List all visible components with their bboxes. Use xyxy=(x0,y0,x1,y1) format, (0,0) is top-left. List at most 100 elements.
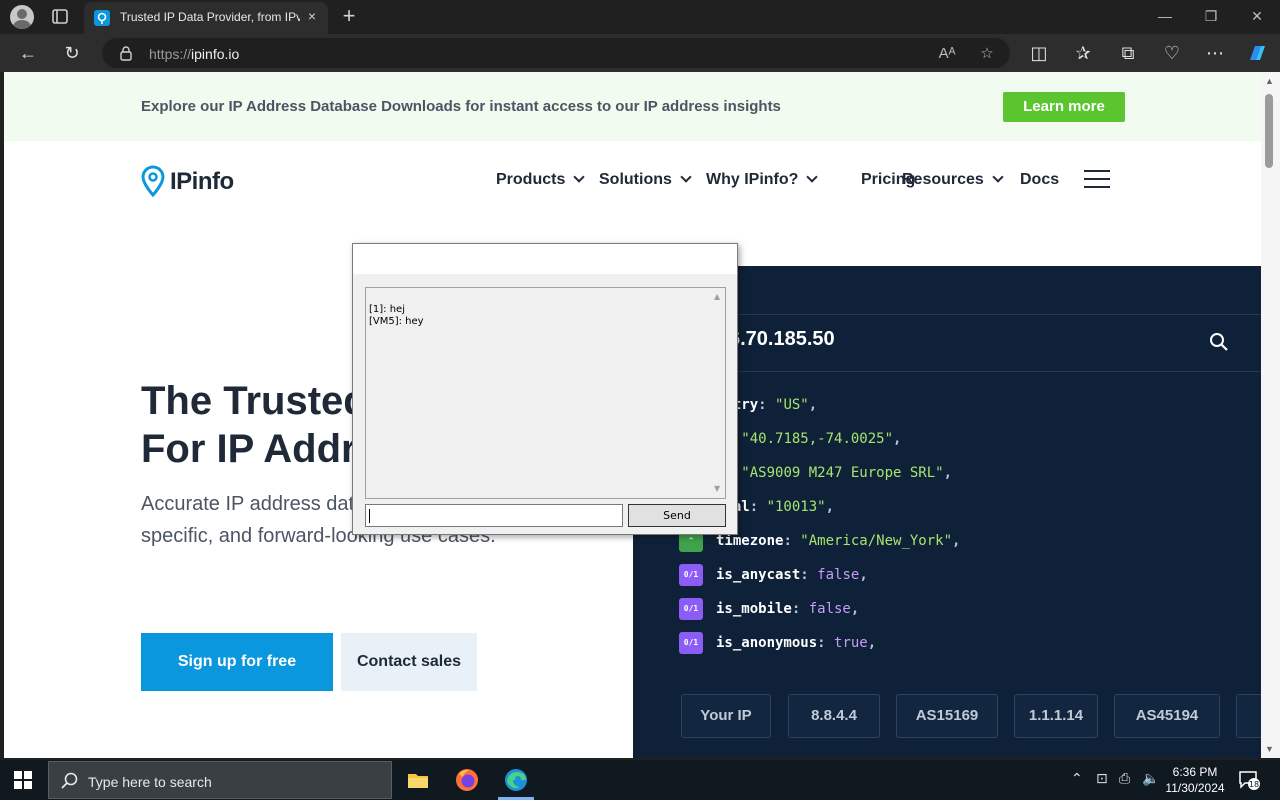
collections-icon[interactable]: ⧉ xyxy=(1116,41,1140,65)
browser-titlebar: Trusted IP Data Provider, from IPv6 to I… xyxy=(0,0,1280,34)
sample-ip-pill[interactable]: AS45194 xyxy=(1114,694,1220,738)
boolean-type-icon: 0/1 xyxy=(679,564,703,586)
search-icon xyxy=(61,772,78,789)
hero-title: The Trusted For IP Addr xyxy=(141,379,368,471)
url-text: https://ipinfo.io xyxy=(149,46,240,62)
nav-docs[interactable]: Docs xyxy=(1020,171,1059,189)
tab-title: Trusted IP Data Provider, from IPv6 to I… xyxy=(120,10,300,24)
ipinfo-pin-icon xyxy=(141,165,165,197)
edge-browser-icon[interactable] xyxy=(500,764,532,796)
chat-message: [1]: hej xyxy=(369,304,405,315)
more-options-icon[interactable]: ⋯ xyxy=(1203,41,1227,65)
search-icon[interactable] xyxy=(1209,332,1229,352)
scroll-up-icon[interactable]: ▲ xyxy=(1265,76,1274,86)
copilot-icon[interactable] xyxy=(1245,41,1269,65)
json-key: timezone xyxy=(716,533,784,549)
windows-start-icon[interactable] xyxy=(14,771,32,789)
ipinfo-logo[interactable]: IPinfo xyxy=(140,165,240,197)
sign-up-button[interactable]: Sign up for free xyxy=(141,633,333,691)
tab-close-icon[interactable]: × xyxy=(304,8,320,24)
tray-app-icon[interactable]: ⊡ xyxy=(1096,770,1108,787)
send-button[interactable]: Send xyxy=(628,504,726,527)
hamburger-menu-icon[interactable] xyxy=(1084,170,1110,188)
json-line: is_anycast: false, xyxy=(716,567,868,583)
profile-avatar[interactable] xyxy=(10,5,34,29)
back-arrow-icon[interactable]: ← xyxy=(16,41,40,65)
page-scrollbar[interactable]: ▲ ▼ xyxy=(1261,72,1280,758)
chat-window: [1]: hej [VM5]: hey ▲ ▼ Send xyxy=(352,243,738,535)
sample-ip-pill-partial[interactable] xyxy=(1236,694,1261,738)
boolean-type-icon: 0/1 xyxy=(679,632,703,654)
scroll-down-icon[interactable]: ▼ xyxy=(714,483,720,495)
tab-actions-icon[interactable] xyxy=(48,6,72,28)
browser-tab-active[interactable]: Trusted IP Data Provider, from IPv6 to I… xyxy=(84,2,328,34)
chat-bubble-icon: 18 xyxy=(1239,771,1260,790)
scroll-down-icon[interactable]: ▼ xyxy=(1265,744,1274,754)
nav-resources[interactable]: Resources xyxy=(902,171,1004,189)
browser-toolbar: ← ↻ https://ipinfo.io Aᴬ ☆ ◫ ✰ ⧉ ♡ ⋯ xyxy=(0,34,1280,72)
json-line: g: "AS9009 M247 Europe SRL", xyxy=(716,465,952,481)
chat-scrollbar[interactable]: ▲ ▼ xyxy=(712,289,724,497)
address-bar[interactable]: https://ipinfo.io Aᴬ ☆ xyxy=(102,38,1010,68)
svg-text:18: 18 xyxy=(1249,780,1259,789)
json-value: false xyxy=(808,601,851,617)
favorite-star-icon[interactable]: ☆ xyxy=(977,44,997,64)
json-value: true xyxy=(834,635,868,651)
json-value: "AS9009 M247 Europe SRL" xyxy=(741,465,944,481)
chevron-down-icon xyxy=(806,171,819,183)
ipinfo-favicon-icon xyxy=(94,10,110,26)
contact-sales-button[interactable]: Contact sales xyxy=(341,633,477,691)
nav-why-ipinfo[interactable]: Why IPinfo? xyxy=(706,171,819,189)
new-tab-button[interactable]: + xyxy=(338,5,360,27)
sample-ip-pill[interactable]: Your IP xyxy=(681,694,771,738)
json-value: "America/New_York" xyxy=(800,533,953,549)
taskbar-search-box[interactable]: Type here to search xyxy=(48,761,392,799)
restore-button[interactable]: ❐ xyxy=(1199,6,1223,26)
json-value: "40.7185,-74.0025" xyxy=(741,431,894,447)
show-hidden-icons-chevron-icon[interactable]: ⌃ xyxy=(1071,770,1083,787)
json-key: is_mobile xyxy=(716,601,792,617)
chevron-down-icon xyxy=(992,171,1004,183)
json-line: is_anonymous: true, xyxy=(716,635,877,651)
sample-ip-pill[interactable]: 1.1.1.14 xyxy=(1014,694,1098,738)
file-explorer-icon[interactable] xyxy=(402,764,434,796)
nav-products[interactable]: Products xyxy=(496,171,586,189)
firefox-icon[interactable] xyxy=(451,764,483,796)
json-key: is_anonymous xyxy=(716,635,818,651)
sample-ip-pill[interactable]: AS15169 xyxy=(896,694,998,738)
json-value: "US" xyxy=(775,397,809,413)
refresh-icon[interactable]: ↻ xyxy=(60,41,84,65)
json-line: is_mobile: false, xyxy=(716,601,860,617)
taskbar-search-placeholder: Type here to search xyxy=(88,774,212,790)
nav-solutions[interactable]: Solutions xyxy=(599,171,692,189)
scroll-up-icon[interactable]: ▲ xyxy=(714,291,720,303)
volume-muted-icon[interactable]: 🔈 xyxy=(1142,770,1159,787)
learn-more-button[interactable]: Learn more xyxy=(1003,92,1125,122)
chevron-down-icon xyxy=(573,171,586,183)
json-value: false xyxy=(817,567,860,583)
taskbar-clock[interactable]: 6:36 PM 11/30/2024 xyxy=(1160,764,1230,796)
browser-essentials-icon[interactable]: ♡ xyxy=(1160,41,1184,65)
chat-message-input[interactable] xyxy=(365,504,623,527)
chat-titlebar[interactable] xyxy=(353,244,737,274)
json-value: "10013" xyxy=(766,499,826,515)
json-line: :: "40.7185,-74.0025", xyxy=(716,431,901,447)
json-key: is_anycast xyxy=(716,567,801,583)
banner-text: Explore our IP Address Database Download… xyxy=(141,98,781,115)
lock-icon[interactable] xyxy=(118,45,134,61)
panel-ip-address: 6.70.185.50 xyxy=(729,328,835,350)
read-aloud-icon[interactable]: Aᴬ xyxy=(937,44,957,64)
scrollbar-thumb[interactable] xyxy=(1265,94,1273,168)
minimize-button[interactable]: — xyxy=(1153,6,1177,26)
network-icon[interactable]: ⎙ xyxy=(1119,770,1130,787)
chat-log[interactable]: [1]: hej [VM5]: hey ▲ ▼ xyxy=(365,287,726,499)
boolean-type-icon: 0/1 xyxy=(679,598,703,620)
favorites-icon[interactable]: ✰ xyxy=(1071,41,1095,65)
json-line: timezone: "America/New_York", xyxy=(716,533,961,549)
notification-center-icon[interactable]: 18 xyxy=(1238,770,1260,790)
sample-ip-pill[interactable]: 8.8.4.4 xyxy=(788,694,880,738)
split-screen-icon[interactable]: ◫ xyxy=(1027,41,1051,65)
logo-text: IPinfo xyxy=(170,168,234,195)
promo-banner: Explore our IP Address Database Download… xyxy=(4,72,1261,141)
close-window-button[interactable]: ✕ xyxy=(1245,6,1269,26)
